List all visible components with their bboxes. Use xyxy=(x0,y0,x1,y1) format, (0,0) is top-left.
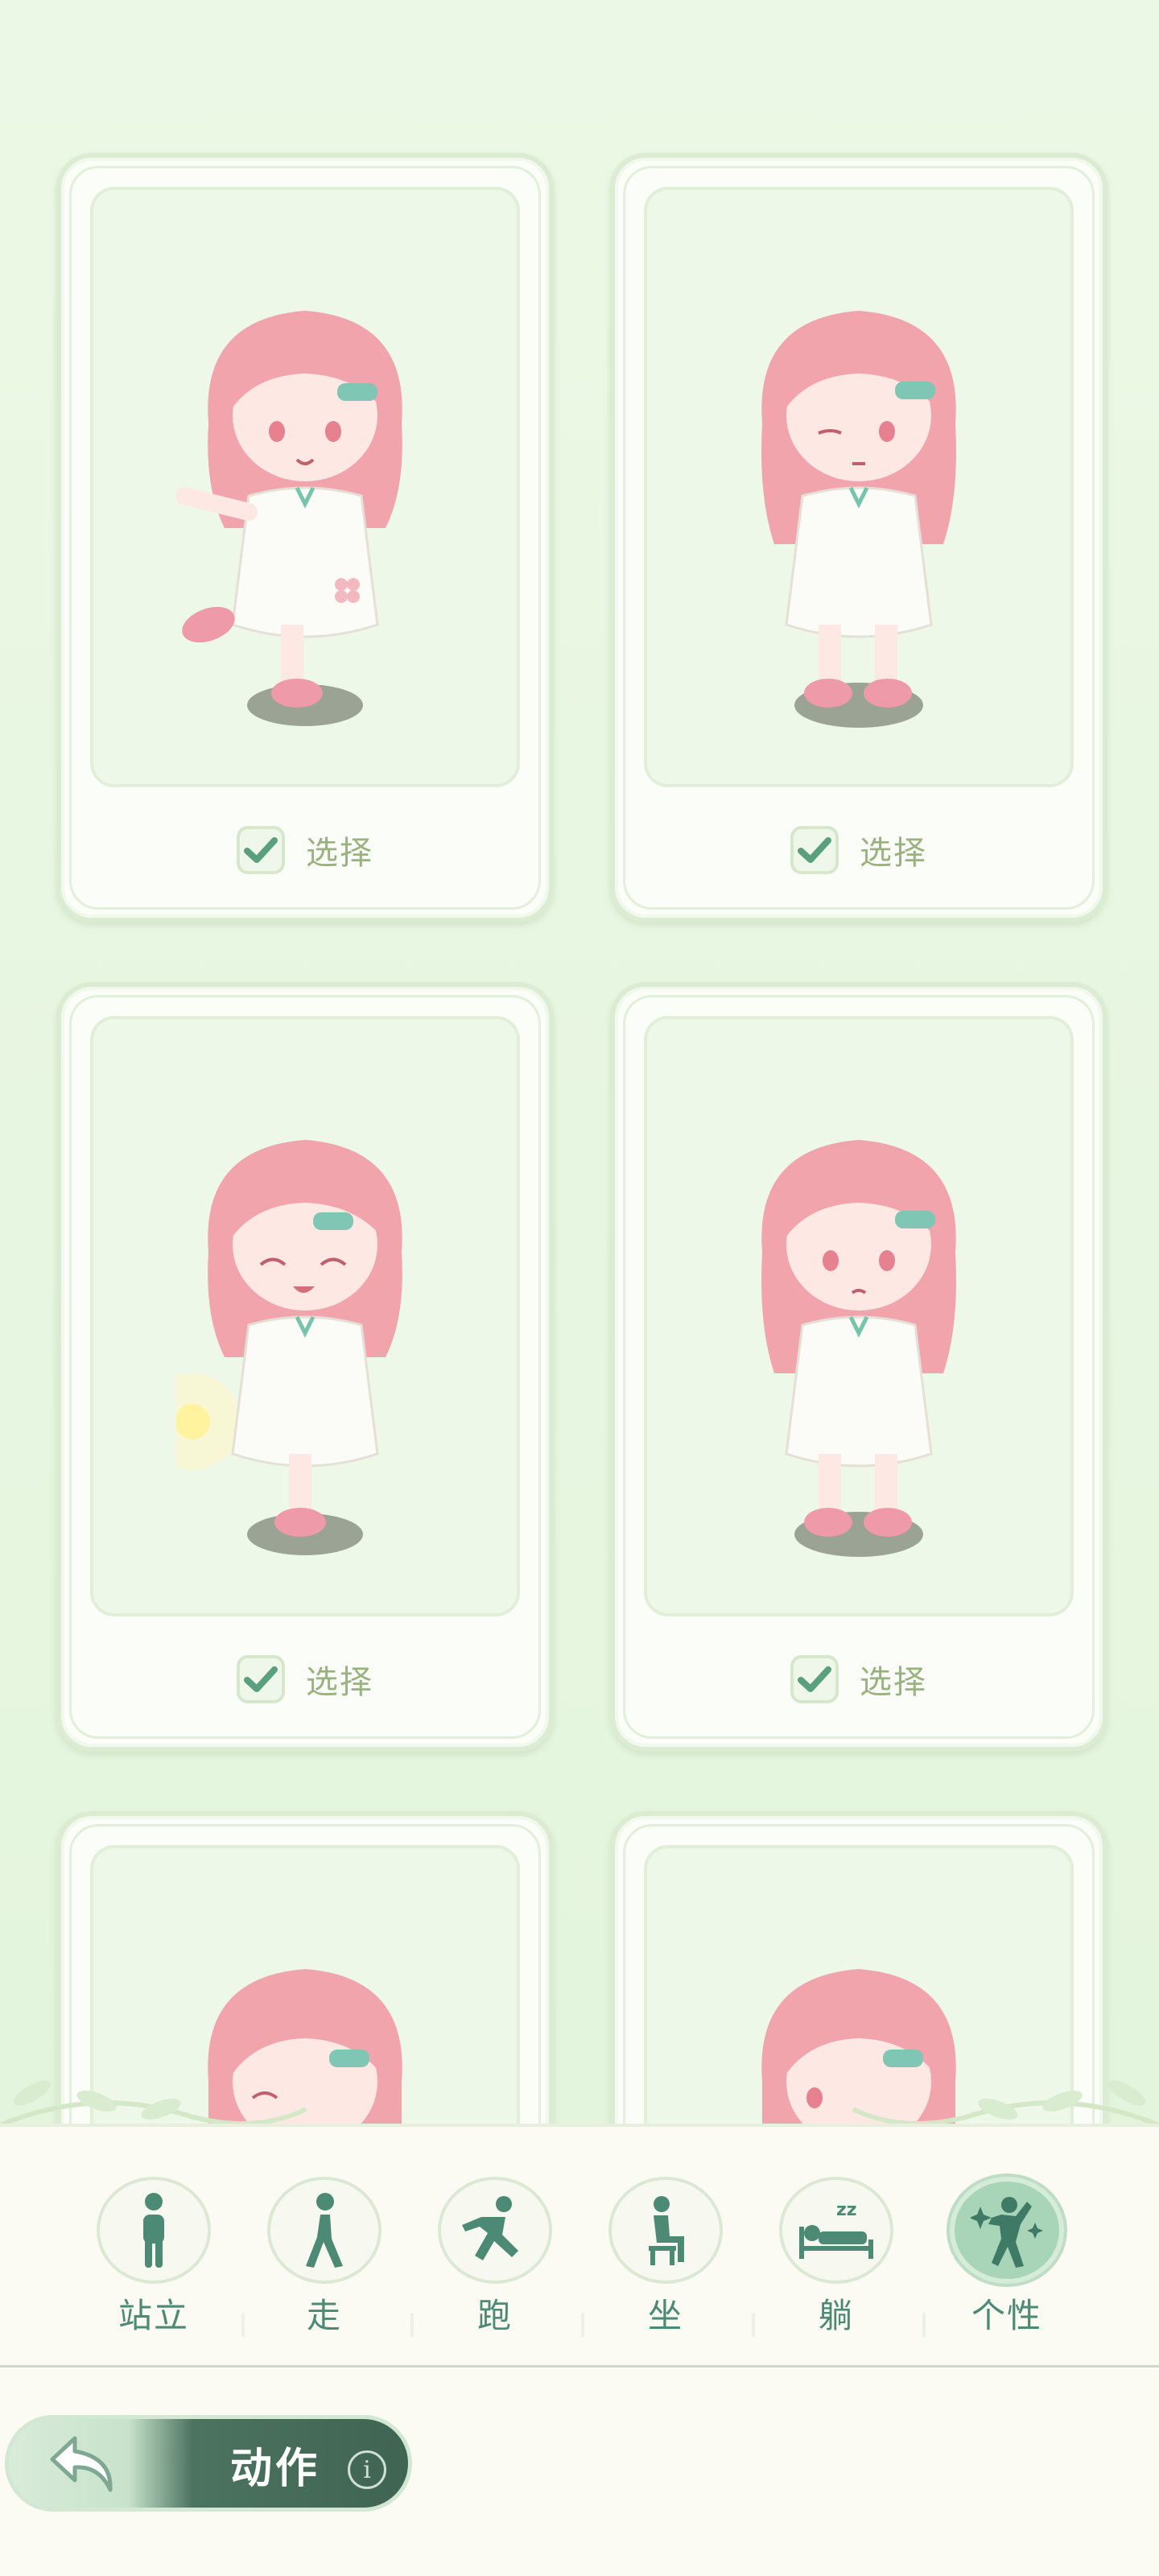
walk-icon[interactable] xyxy=(267,2177,382,2284)
tab-lie[interactable]: zz 躺 xyxy=(776,2177,897,2338)
select-option[interactable]: 选择 xyxy=(615,1647,1103,1711)
select-label: 选择 xyxy=(306,1664,373,1701)
character-portrait xyxy=(90,1845,520,2125)
select-label: 选择 xyxy=(860,1664,927,1701)
info-icon[interactable]: i xyxy=(348,2450,386,2489)
panel-title: 动作 xyxy=(230,2445,321,2493)
character-figure xyxy=(761,1140,956,1557)
select-label: 选择 xyxy=(860,835,927,872)
character-portrait xyxy=(90,1016,520,1616)
select-label: 选择 xyxy=(306,835,373,872)
pose-card[interactable]: 选择 xyxy=(56,982,554,1752)
check-icon xyxy=(798,837,831,863)
select-option[interactable]: 选择 xyxy=(61,818,549,882)
select-option[interactable]: 选择 xyxy=(615,818,1103,882)
tab-divider xyxy=(241,2313,245,2337)
character-portrait xyxy=(90,187,520,787)
tab-label: 站立 xyxy=(118,2296,189,2335)
character-figure xyxy=(176,1140,402,1555)
check-icon xyxy=(244,837,278,863)
tab-walk[interactable]: 走 xyxy=(264,2177,385,2338)
character-portrait xyxy=(644,187,1074,787)
stand-icon[interactable] xyxy=(97,2177,211,2284)
checkbox[interactable] xyxy=(790,1655,839,1703)
pose-card[interactable]: 选择 xyxy=(610,153,1107,923)
svg-text:zz: zz xyxy=(836,2200,857,2220)
tab-divider xyxy=(752,2313,755,2337)
check-icon xyxy=(244,1666,278,1692)
pose-card[interactable]: 选择 xyxy=(610,982,1107,1752)
tab-label: 躺 xyxy=(818,2296,854,2335)
tab-divider xyxy=(581,2313,584,2337)
tab-label: 坐 xyxy=(647,2296,683,2335)
back-arrow-icon xyxy=(50,2436,113,2492)
tab-divider xyxy=(410,2313,414,2337)
character-portrait xyxy=(644,1016,1074,1616)
tab-label: 跑 xyxy=(476,2296,513,2335)
pose-card[interactable] xyxy=(56,1811,554,2125)
tab-stand[interactable]: 站立 xyxy=(93,2177,214,2338)
check-icon xyxy=(798,1666,831,1692)
back-button[interactable] xyxy=(42,2428,126,2500)
select-option[interactable]: 选择 xyxy=(61,1647,549,1711)
tab-label: 个性 xyxy=(971,2296,1042,2335)
sit-icon[interactable] xyxy=(608,2177,723,2284)
sleep-icon[interactable]: zz xyxy=(779,2177,893,2284)
pose-card[interactable]: 选择 xyxy=(56,153,554,923)
character-figure xyxy=(208,1969,402,2125)
character-figure xyxy=(176,311,402,726)
checkbox[interactable] xyxy=(790,826,839,874)
tab-sit[interactable]: 坐 xyxy=(605,2177,726,2338)
tab-personality[interactable]: 个性 xyxy=(947,2177,1067,2338)
checkbox[interactable] xyxy=(237,1655,285,1703)
outfit-grid: 选择 选择 选择 选择 xyxy=(0,0,1159,2125)
checkbox[interactable] xyxy=(237,826,285,874)
character-figure xyxy=(761,311,956,728)
personality-icon[interactable] xyxy=(950,2177,1064,2284)
run-icon[interactable] xyxy=(438,2177,552,2284)
character-portrait xyxy=(644,1845,1074,2125)
tab-label: 走 xyxy=(306,2296,342,2335)
pose-card[interactable] xyxy=(610,1811,1107,2125)
character-figure xyxy=(761,1969,956,2125)
tab-run[interactable]: 跑 xyxy=(435,2177,555,2338)
tab-divider xyxy=(922,2313,926,2337)
